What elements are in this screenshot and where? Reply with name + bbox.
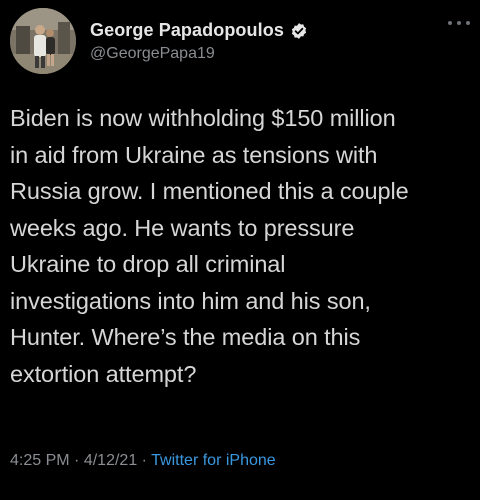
- author-info: George Papadopoulos @GeorgePapa19: [90, 20, 308, 63]
- verified-badge-icon: [290, 22, 308, 40]
- tweet-body-text: Biden is now withholding $150 million in…: [10, 105, 409, 387]
- author-display-name[interactable]: George Papadopoulos: [90, 20, 284, 41]
- author-name-row: George Papadopoulos: [90, 20, 308, 41]
- tweet-date[interactable]: 4/12/21: [84, 452, 137, 469]
- more-dots-icon[interactable]: [448, 18, 470, 28]
- tweet-card: George Papadopoulos @GeorgePapa19 Biden …: [0, 0, 480, 500]
- tweet-source-link[interactable]: Twitter for iPhone: [151, 452, 276, 469]
- tweet-header: George Papadopoulos @GeorgePapa19: [10, 8, 470, 76]
- avatar[interactable]: [10, 8, 76, 74]
- tweet-time[interactable]: 4:25 PM: [10, 452, 70, 469]
- meta-separator: ·: [74, 452, 80, 469]
- tweet-metadata: 4:25 PM · 4/12/21 · Twitter for iPhone: [10, 452, 276, 470]
- meta-separator: ·: [141, 452, 147, 469]
- author-handle[interactable]: @GeorgePapa19: [90, 45, 308, 63]
